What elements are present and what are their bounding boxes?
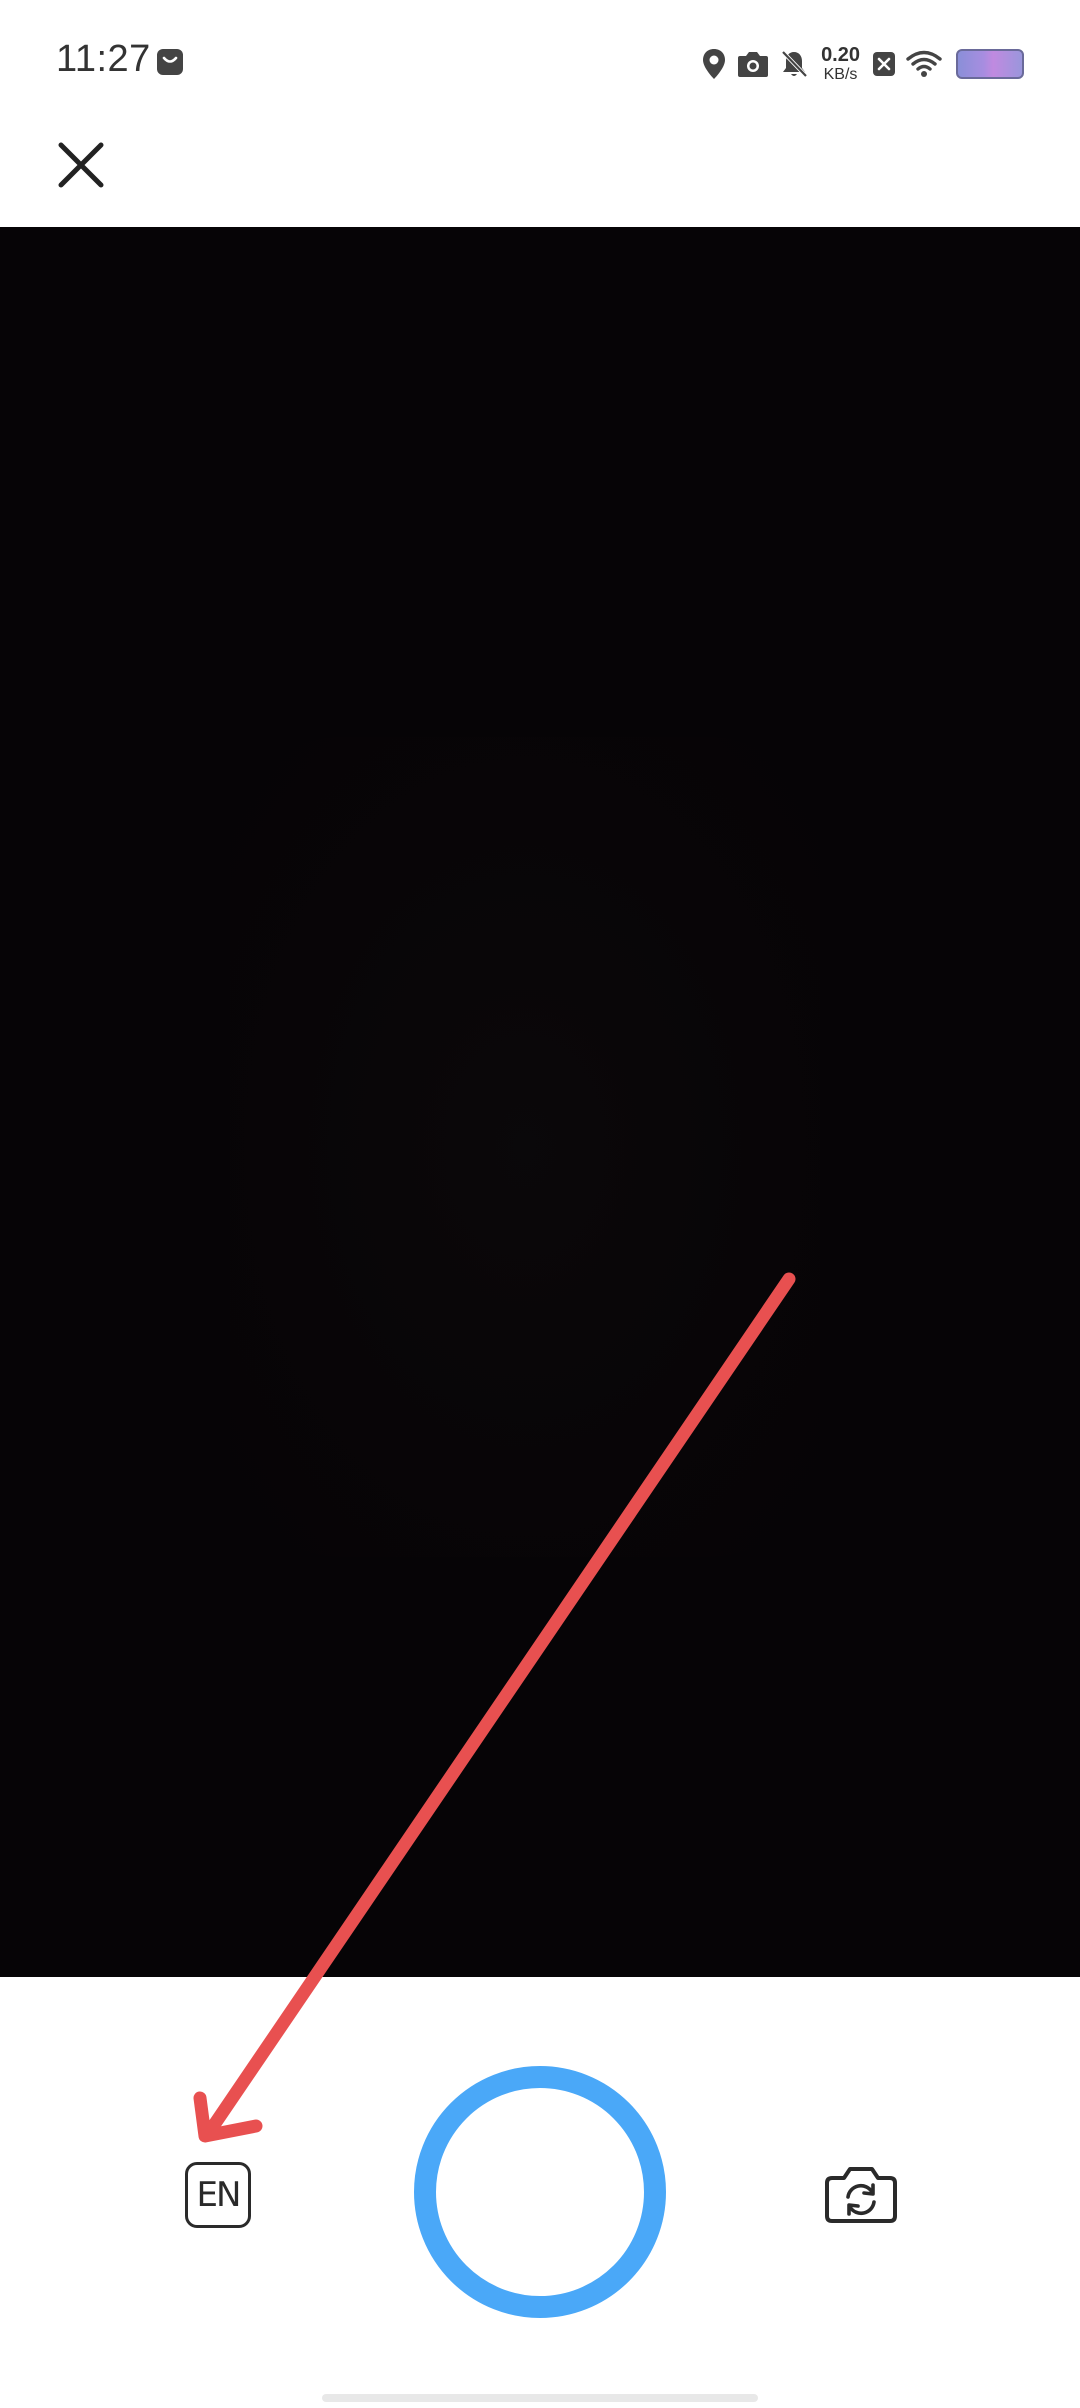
language-toggle-label: EN (196, 2175, 242, 2215)
close-box-icon (873, 52, 895, 76)
bell-muted-icon (781, 50, 808, 78)
net-speed-unit: KB/s (823, 66, 858, 83)
camera-preview[interactable] (0, 227, 1080, 1977)
camera-flip-icon (825, 2167, 897, 2223)
net-speed-value: 0.20 (821, 44, 860, 66)
preview-dim-subject (230, 737, 820, 1557)
network-speed: 0.20 KB/s (821, 45, 860, 83)
language-toggle-button[interactable]: EN (185, 2162, 251, 2228)
battery-icon (956, 49, 1024, 79)
close-icon (58, 142, 104, 188)
camera-screen: 11:27 0.20 KB/s EN (0, 0, 1080, 2408)
wifi-icon (906, 50, 942, 77)
close-button[interactable] (50, 134, 112, 196)
status-time: 11:27 (56, 38, 151, 80)
status-bar: 11:27 0.20 KB/s (0, 0, 1080, 120)
bag-icon (157, 49, 183, 75)
flip-camera-button[interactable] (824, 2164, 898, 2224)
home-indicator[interactable] (322, 2394, 758, 2402)
camera-icon (738, 52, 769, 77)
status-icons: 0.20 KB/s (701, 40, 1024, 88)
shutter-button[interactable] (414, 2066, 666, 2318)
location-icon (703, 49, 726, 79)
